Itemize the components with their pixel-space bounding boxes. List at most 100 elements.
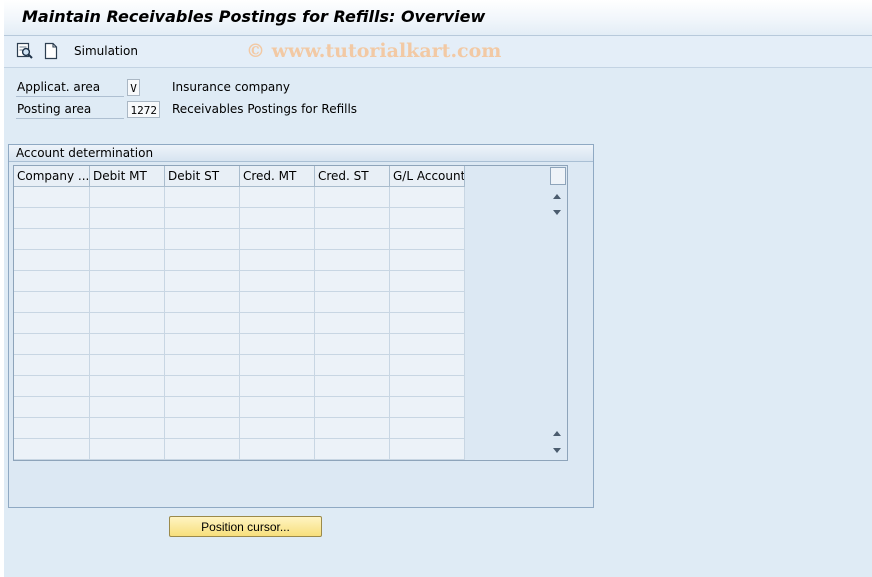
table-cell[interactable] <box>14 376 90 397</box>
table-cell[interactable] <box>390 397 465 418</box>
table-cell[interactable] <box>240 250 315 271</box>
new-document-icon[interactable] <box>42 42 60 60</box>
table-cell[interactable] <box>315 418 390 439</box>
table-cell[interactable] <box>90 250 165 271</box>
table-cell[interactable] <box>240 187 315 208</box>
table-cell[interactable] <box>165 292 240 313</box>
table-cell[interactable] <box>165 313 240 334</box>
table-cell[interactable] <box>90 271 165 292</box>
table-cell[interactable] <box>90 376 165 397</box>
table-cell[interactable] <box>165 418 240 439</box>
scroll-page-down-arrow-icon[interactable] <box>553 448 561 453</box>
table-cell[interactable] <box>315 397 390 418</box>
table-cell[interactable] <box>390 355 465 376</box>
table-cell[interactable] <box>90 208 165 229</box>
table-cell[interactable] <box>390 271 465 292</box>
table-cell[interactable] <box>165 187 240 208</box>
table-cell[interactable] <box>90 229 165 250</box>
table-cell[interactable] <box>165 229 240 250</box>
table-cell[interactable] <box>165 250 240 271</box>
table-cell[interactable] <box>14 229 90 250</box>
applicat-area-field[interactable]: V <box>127 79 140 96</box>
table-cell[interactable] <box>14 439 90 460</box>
table-cell[interactable] <box>240 355 315 376</box>
table-cell[interactable] <box>390 292 465 313</box>
table-cell[interactable] <box>240 397 315 418</box>
table-cell[interactable] <box>14 355 90 376</box>
table-cell[interactable] <box>90 397 165 418</box>
table-cell[interactable] <box>240 229 315 250</box>
table-cell[interactable] <box>315 355 390 376</box>
table-cell[interactable] <box>240 334 315 355</box>
table-cell[interactable] <box>90 292 165 313</box>
table-cell[interactable] <box>315 292 390 313</box>
column-settings-button[interactable] <box>550 167 566 185</box>
table-cell[interactable] <box>14 292 90 313</box>
table-cell[interactable] <box>390 439 465 460</box>
table-cell[interactable] <box>390 418 465 439</box>
table-cell[interactable] <box>315 439 390 460</box>
table-cell[interactable] <box>14 397 90 418</box>
table-cell[interactable] <box>315 187 390 208</box>
table-cell[interactable] <box>165 376 240 397</box>
table-cell[interactable] <box>165 334 240 355</box>
table-cell[interactable] <box>165 439 240 460</box>
column-header-gl-account[interactable]: G/L Account <box>390 166 465 187</box>
scroll-page-up-arrow-icon[interactable] <box>553 431 561 436</box>
table-cell[interactable] <box>240 439 315 460</box>
table-cell[interactable] <box>240 313 315 334</box>
applicat-area-label: Applicat. area <box>17 80 101 94</box>
table-cell[interactable] <box>390 208 465 229</box>
table-cell[interactable] <box>14 208 90 229</box>
table-cell[interactable] <box>165 208 240 229</box>
table-cell[interactable] <box>240 418 315 439</box>
find-icon[interactable] <box>16 42 34 60</box>
table-cell[interactable] <box>240 271 315 292</box>
table-cell[interactable] <box>14 334 90 355</box>
table-cell[interactable] <box>165 355 240 376</box>
account-determination-table: Company ... Debit MT Debit ST Cred. MT C… <box>13 165 568 461</box>
position-cursor-button[interactable]: Position cursor... <box>169 516 322 537</box>
scroll-up-arrow-icon[interactable] <box>553 194 561 199</box>
table-cell[interactable] <box>165 271 240 292</box>
table-cell[interactable] <box>14 271 90 292</box>
table-cell[interactable] <box>14 418 90 439</box>
table-cell[interactable] <box>390 376 465 397</box>
table-cell[interactable] <box>390 229 465 250</box>
table-cell[interactable] <box>14 313 90 334</box>
column-header-debit-mt[interactable]: Debit MT <box>90 166 165 187</box>
table-cell[interactable] <box>90 355 165 376</box>
table-cell[interactable] <box>90 187 165 208</box>
table-cell[interactable] <box>165 397 240 418</box>
posting-area-field[interactable]: 1272 <box>127 101 160 118</box>
table-cell[interactable] <box>90 439 165 460</box>
table-cell[interactable] <box>315 334 390 355</box>
table-cell[interactable] <box>390 187 465 208</box>
column-header-company[interactable]: Company ... <box>14 166 90 187</box>
column-header-debit-st[interactable]: Debit ST <box>165 166 240 187</box>
table-cell[interactable] <box>240 376 315 397</box>
table-cell[interactable] <box>315 229 390 250</box>
table-cell[interactable] <box>240 292 315 313</box>
table-cell[interactable] <box>90 334 165 355</box>
scroll-down-arrow-icon[interactable] <box>553 210 561 215</box>
column-header-cred-mt[interactable]: Cred. MT <box>240 166 315 187</box>
table-cell[interactable] <box>390 334 465 355</box>
table-cell[interactable] <box>390 250 465 271</box>
table-cell[interactable] <box>240 208 315 229</box>
table-cell[interactable] <box>315 250 390 271</box>
table-cell[interactable] <box>90 313 165 334</box>
table-cell[interactable] <box>315 271 390 292</box>
table-cell[interactable] <box>14 250 90 271</box>
column-header-cred-st[interactable]: Cred. ST <box>315 166 390 187</box>
window-title: Maintain Receivables Postings for Refill… <box>22 7 486 26</box>
table-cell[interactable] <box>14 187 90 208</box>
vertical-scrollbar[interactable] <box>549 166 567 460</box>
posting-area-label: Posting area <box>17 102 92 116</box>
table-cell[interactable] <box>315 208 390 229</box>
table-cell[interactable] <box>315 313 390 334</box>
table-cell[interactable] <box>90 418 165 439</box>
simulation-button[interactable]: Simulation <box>74 44 138 58</box>
table-cell[interactable] <box>390 313 465 334</box>
table-cell[interactable] <box>315 376 390 397</box>
